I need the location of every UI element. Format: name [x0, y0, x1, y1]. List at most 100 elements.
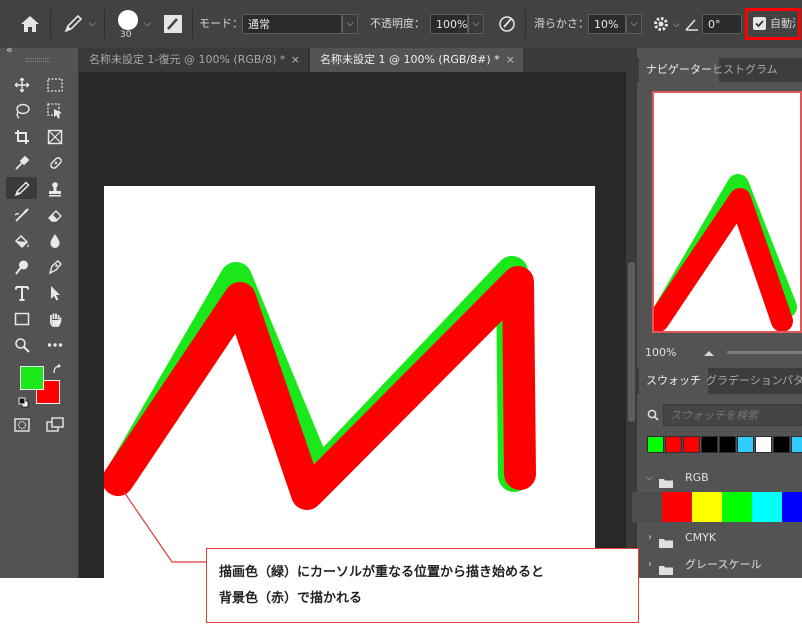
angle-input[interactable]: 0°	[702, 14, 742, 34]
mode-select[interactable]: 通常	[242, 14, 342, 34]
recent-swatch[interactable]	[737, 436, 754, 453]
opacity-input[interactable]: 100%	[430, 14, 468, 34]
tab-patterns[interactable]: パターン	[775, 368, 802, 394]
type-tool-icon[interactable]	[9, 282, 35, 304]
marquee-tool-icon[interactable]	[42, 74, 68, 96]
navigator-preview[interactable]	[652, 91, 802, 333]
close-icon[interactable]: ×	[291, 48, 300, 72]
chevron-down-icon[interactable]: ⌵	[673, 20, 680, 30]
rectangle-tool-icon[interactable]	[9, 308, 35, 330]
gear-icon[interactable]	[652, 15, 670, 33]
default-colors-icon[interactable]	[18, 397, 29, 408]
swatch-group-label: RGB	[685, 471, 709, 484]
document-canvas[interactable]	[102, 186, 595, 578]
foreground-color-swatch[interactable]	[20, 366, 44, 390]
brush-settings-panel-icon[interactable]	[164, 15, 182, 33]
navigator-zoom-value[interactable]: 100%	[645, 346, 676, 359]
swatch-group-label: グレースケール	[685, 558, 762, 571]
tab-histogram[interactable]: ヒストグラム	[705, 58, 785, 82]
healing-brush-tool-icon[interactable]	[42, 152, 68, 174]
history-brush-tool-icon[interactable]	[9, 204, 35, 226]
panel-grip[interactable]	[26, 58, 50, 62]
brush-size-value: 30	[120, 30, 132, 40]
clone-stamp-tool-icon[interactable]	[42, 178, 68, 200]
brush-size-preview[interactable]	[118, 10, 138, 30]
recent-swatch[interactable]	[719, 436, 736, 453]
smoothing-input[interactable]: 10%	[588, 14, 626, 34]
frame-tool-icon[interactable]	[42, 126, 68, 148]
search-icon	[647, 409, 659, 421]
angle-icon	[684, 16, 700, 32]
pressure-opacity-icon[interactable]	[497, 14, 517, 34]
rgb-swatch[interactable]	[752, 492, 782, 522]
tab-label: 名称未設定 1-復元 @ 100% (RGB/8) *	[89, 53, 286, 66]
recent-swatch[interactable]	[683, 436, 700, 453]
collapse-panel-icon[interactable]: «	[6, 43, 13, 56]
options-bar: ⌵ 30 ⌵ モード： 通常 ⌵ 不透明度： 100% ⌵ 滑らかさ： 10% …	[0, 0, 802, 49]
quick-mask-icon[interactable]	[9, 414, 35, 436]
pencil-tool-icon[interactable]	[9, 178, 35, 200]
recent-swatch[interactable]	[701, 436, 718, 453]
recent-swatch[interactable]	[647, 436, 664, 453]
navigator-strokes	[654, 174, 797, 331]
navigator-tab-bar: ナビゲーター ヒストグラム	[637, 58, 802, 82]
home-icon[interactable]	[20, 15, 40, 33]
right-panel-dock: ナビゲーター ヒストグラム 100% スウォッチ グラデーション パターン ⌵	[632, 48, 802, 578]
tab-recovered-document[interactable]: 名称未設定 1-復元 @ 100% (RGB/8) * ×	[79, 48, 309, 72]
paint-bucket-tool-icon[interactable]	[9, 230, 35, 252]
lasso-tool-icon[interactable]	[9, 100, 35, 122]
close-icon[interactable]: ×	[506, 48, 515, 72]
pen-tool-icon[interactable]	[42, 256, 68, 278]
rgb-swatch[interactable]	[662, 492, 692, 522]
tab-swatches[interactable]: スウォッチ	[639, 368, 708, 394]
recent-swatch[interactable]	[791, 436, 802, 453]
tab-active-document[interactable]: 名称未設定 1 @ 100% (RGB/8#) * ×	[310, 48, 523, 72]
move-tool-icon[interactable]	[9, 74, 35, 96]
chevron-down-icon[interactable]: ⌵	[89, 19, 96, 29]
recent-swatch[interactable]	[665, 436, 682, 453]
path-selection-tool-icon[interactable]	[42, 282, 68, 304]
eyedropper-tool-icon[interactable]	[9, 152, 35, 174]
folder-icon	[659, 533, 673, 548]
rgb-swatch[interactable]	[632, 492, 662, 522]
more-tools-icon[interactable]	[42, 334, 68, 356]
document-tab-bar: 名称未設定 1-復元 @ 100% (RGB/8) * × 名称未設定 1 @ …	[79, 48, 637, 72]
annotation-line-1: 描画色（緑）にカーソルが重なる位置から描き始めると	[219, 565, 545, 580]
recent-swatch[interactable]	[773, 436, 790, 453]
blur-tool-icon[interactable]	[42, 230, 68, 252]
crop-tool-icon[interactable]	[9, 126, 35, 148]
smoothing-dropdown-icon[interactable]: ⌵	[626, 14, 642, 34]
chevron-down-icon[interactable]: ⌵	[144, 19, 151, 29]
screen-mode-icon[interactable]	[42, 414, 68, 436]
zoom-tool-icon[interactable]	[9, 334, 35, 356]
drawing-strokes	[102, 256, 536, 510]
scrollbar-thumb[interactable]	[628, 262, 635, 422]
swatch-search-input[interactable]	[663, 404, 802, 426]
auto-erase-checkbox[interactable]	[753, 17, 766, 30]
hand-tool-icon[interactable]	[42, 308, 68, 330]
navigator-zoom-slider[interactable]	[727, 351, 802, 354]
chevron-right-icon[interactable]: ›	[648, 553, 652, 577]
mode-dropdown-icon[interactable]: ⌵	[342, 14, 358, 34]
smoothing-label: 滑らかさ：	[534, 17, 589, 30]
recent-swatch[interactable]	[755, 436, 772, 453]
swap-colors-icon[interactable]	[52, 363, 62, 374]
eraser-tool-icon[interactable]	[42, 204, 68, 226]
photoshop-window: ⌵ 30 ⌵ モード： 通常 ⌵ 不透明度： 100% ⌵ 滑らかさ： 10% …	[0, 0, 802, 578]
mode-label: モード：	[199, 17, 243, 30]
pencil-tool-preset-icon[interactable]	[62, 14, 84, 34]
annotation-line-2: 背景色（赤）で描かれる	[219, 591, 363, 606]
opacity-dropdown-icon[interactable]: ⌵	[468, 14, 484, 34]
rgb-swatch[interactable]	[722, 492, 752, 522]
chevron-right-icon[interactable]: ›	[648, 526, 652, 550]
rgb-swatch[interactable]	[782, 492, 802, 522]
tools-panel: «	[0, 43, 79, 578]
object-selection-tool-icon[interactable]	[42, 100, 68, 122]
chevron-down-icon[interactable]: ⌵	[646, 466, 653, 490]
rgb-swatch[interactable]	[692, 492, 722, 522]
folder-icon	[659, 473, 673, 488]
annotation-callout: 描画色（緑）にカーソルが重なる位置から描き始めると 背景色（赤）で描かれる	[206, 548, 639, 623]
swatch-group-label: CMYK	[685, 531, 717, 544]
zoom-out-icon[interactable]	[703, 348, 715, 358]
dodge-tool-icon[interactable]	[9, 256, 35, 278]
